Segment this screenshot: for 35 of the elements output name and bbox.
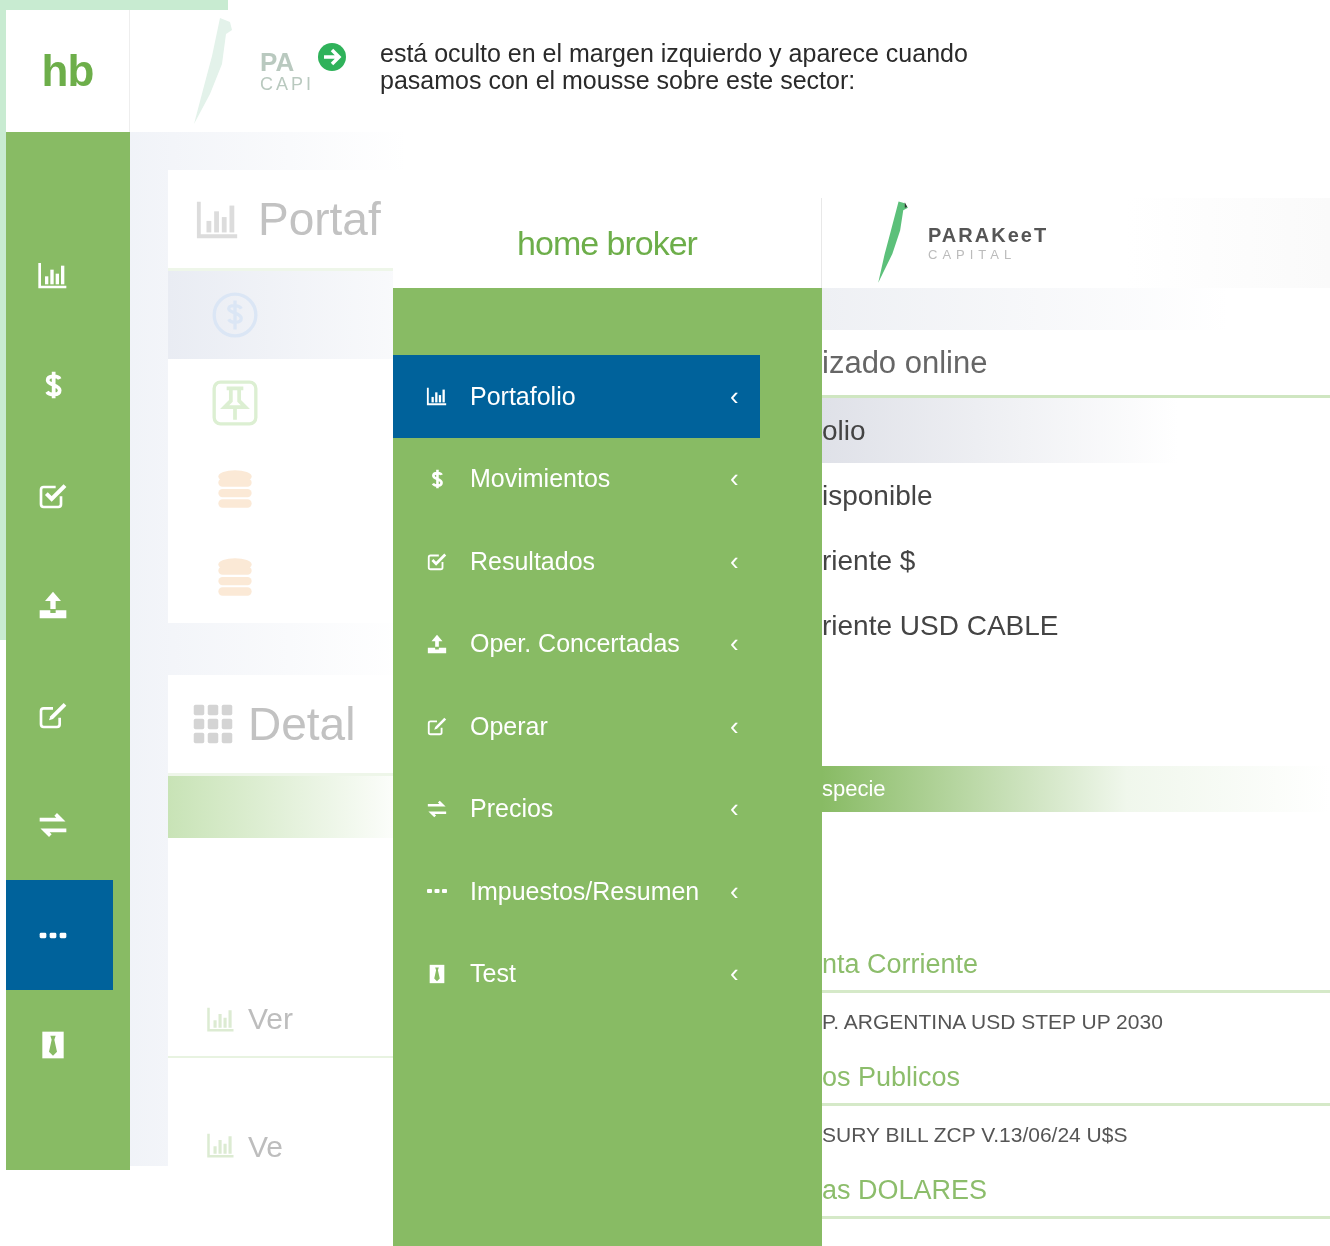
more-dots-icon — [425, 887, 449, 896]
pin-icon — [210, 378, 260, 428]
list-item: SURY BILL ZCP V.13/06/24 U$S — [822, 1122, 1129, 1148]
row-title: Ver — [248, 1002, 294, 1036]
group-title: os Publicos — [822, 1051, 1330, 1106]
menu-item[interactable]: Impuestos/Resumen ‹ — [393, 850, 760, 933]
group-title: nta Corriente — [822, 938, 1330, 993]
menu-item[interactable]: Resultados ‹ — [393, 520, 760, 603]
card-title: Detal — [248, 697, 356, 751]
brand-subtitle: CAPI — [260, 75, 314, 93]
list-row[interactable]: isponible — [822, 463, 1330, 528]
edit-icon — [425, 715, 449, 738]
brand-name: PA — [260, 49, 296, 75]
card-title: Portaf — [258, 192, 381, 246]
grid-icon — [192, 703, 234, 745]
menu-item[interactable]: Operar ‹ — [393, 685, 760, 768]
row-title: Ve — [248, 1130, 284, 1164]
menu-item[interactable]: Test ‹ — [393, 932, 760, 1015]
brand-subtitle: CAPITAL — [928, 247, 1018, 262]
menu-item[interactable]: Precios ‹ — [393, 767, 760, 850]
sidebar-item[interactable] — [6, 880, 113, 990]
upload-icon — [425, 632, 449, 655]
arrow-right-circle-icon — [317, 42, 347, 72]
menu-item[interactable]: Portafolio ‹ — [393, 355, 760, 438]
list-row[interactable]: riente $ — [822, 528, 1330, 593]
app-logo: hb — [6, 10, 130, 132]
brand-name: PARAKeeT — [928, 224, 1049, 247]
app-title: home broker — [393, 198, 822, 288]
note-text: está oculto en el margen izquierdo y aparece cuando pasamos con el mousse sobre este sector: — [380, 40, 968, 94]
group-title: as DOLARES — [822, 1164, 1330, 1219]
menu-item[interactable]: Movimientos ‹ — [393, 437, 760, 520]
list-item: P. ARGENTINA USD STEP UP 2030 — [822, 1009, 1164, 1035]
bar-chart-icon — [425, 385, 449, 408]
list-row[interactable]: riente USD CABLE — [822, 593, 1330, 658]
menu-item[interactable]: Oper. Concertadas ‹ — [393, 602, 760, 685]
